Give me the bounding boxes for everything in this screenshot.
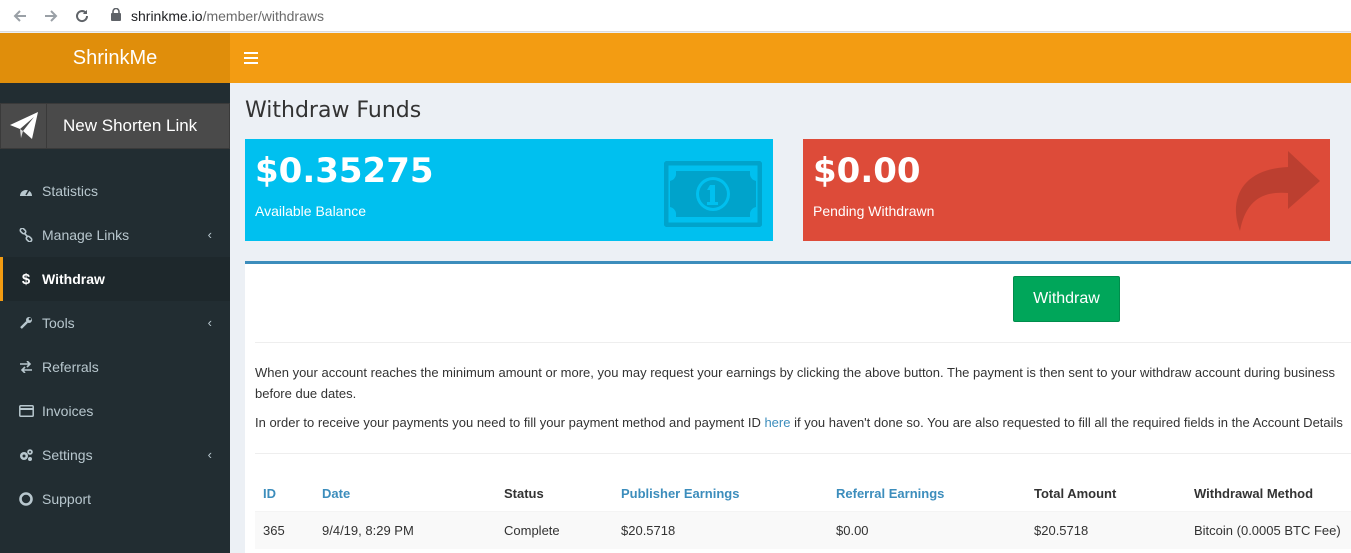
- paper-plane-icon: [1, 104, 47, 148]
- sidebar-item-label: Settings: [42, 447, 93, 463]
- sidebar-item-settings[interactable]: Settings ‹: [0, 433, 230, 477]
- available-balance-label: Available Balance: [255, 203, 367, 219]
- pending-withdrawn-box: $0.00 Pending Withdrawn: [803, 139, 1330, 241]
- info-paragraph-1-line-1: When your account reaches the minimum am…: [255, 365, 1336, 380]
- sidebar-item-label: Support: [42, 491, 92, 507]
- reload-icon[interactable]: [71, 5, 93, 27]
- chevron-left-icon: ‹: [207, 447, 212, 462]
- sidebar-item-label: Tools: [42, 315, 75, 331]
- table-row: 365 9/4/19, 8:29 PM Complete $20.5718 $0…: [255, 511, 1351, 549]
- gears-icon: [18, 448, 34, 462]
- dollar-icon: $: [21, 270, 31, 288]
- sidebar-item-invoices[interactable]: Invoices: [0, 389, 230, 433]
- col-header-id[interactable]: ID: [263, 482, 276, 504]
- payment-settings-link[interactable]: here: [764, 415, 790, 430]
- sidebar-item-withdraw[interactable]: $ Withdraw: [0, 257, 230, 301]
- new-shorten-link-label: New Shorten Link: [63, 116, 198, 135]
- sidebar: New Shorten Link Statistics Manage Links…: [0, 83, 230, 553]
- top-navbar: [230, 33, 1351, 83]
- back-arrow-icon[interactable]: [9, 5, 31, 27]
- chevron-left-icon: ‹: [207, 227, 212, 242]
- sidebar-item-label: Withdraw: [42, 271, 105, 287]
- table-header-row: ID Date Status Publisher Earnings Referr…: [255, 482, 1351, 504]
- dashboard-icon: [18, 185, 34, 197]
- cell-total-amount: $20.5718: [1034, 523, 1089, 538]
- sidebar-item-label: Manage Links: [42, 227, 130, 243]
- info-paragraph-1-line-2: before due dates.: [255, 386, 357, 401]
- sidebar-item-statistics[interactable]: Statistics: [0, 169, 230, 213]
- info-paragraph-2: In order to receive your payments you ne…: [255, 412, 1351, 433]
- sidebar-item-label: Invoices: [42, 403, 94, 419]
- col-header-date[interactable]: Date: [322, 482, 350, 504]
- sidebar-item-manage-links[interactable]: Manage Links ‹: [0, 213, 230, 257]
- url-host: shrinkme.io: [131, 7, 203, 24]
- sidebar-item-label: Referrals: [42, 359, 99, 375]
- url-path: /member/withdraws: [202, 7, 324, 24]
- cell-withdrawal-method: Bitcoin (0.0005 BTC Fee): [1194, 523, 1341, 538]
- cell-publisher-earnings: $20.5718: [621, 523, 676, 538]
- info-paragraph-2-text-end: if you haven't done so. You are also req…: [790, 415, 1343, 430]
- browser-toolbar: shrinkme.io/member/withdraws: [0, 0, 1351, 32]
- page-title: Withdraw Funds: [245, 98, 422, 123]
- col-header-status: Status: [504, 485, 544, 501]
- link-icon: [18, 228, 34, 242]
- forward-arrow-icon[interactable]: [40, 5, 62, 27]
- credit-card-icon: [18, 405, 34, 417]
- withdraw-panel: Withdraw When your account reaches the m…: [245, 261, 1351, 553]
- withdraw-button[interactable]: Withdraw: [1013, 276, 1120, 322]
- cell-referral-earnings: $0.00: [836, 523, 869, 538]
- wrench-icon: [18, 316, 34, 330]
- life-ring-icon: [18, 492, 34, 506]
- logo[interactable]: ShrinkMe: [0, 33, 230, 83]
- cell-id: 365: [263, 523, 285, 538]
- exchange-icon: [18, 361, 34, 373]
- divider: [255, 342, 1351, 343]
- available-balance-box: $0.35275 Available Balance: [245, 139, 773, 241]
- divider: [255, 453, 1351, 454]
- col-header-withdrawal-method: Withdrawal Method: [1194, 485, 1314, 501]
- address-bar[interactable]: shrinkme.io/member/withdraws: [111, 7, 324, 24]
- money-icon: [663, 160, 763, 232]
- cell-status: Complete: [504, 523, 560, 538]
- sidebar-menu: Statistics Manage Links ‹ $ Withdraw Too…: [0, 169, 230, 521]
- share-arrow-icon: [1228, 151, 1322, 240]
- col-header-publisher-earnings[interactable]: Publisher Earnings: [621, 482, 739, 504]
- pending-withdrawn-label: Pending Withdrawn: [813, 203, 935, 219]
- cell-date: 9/4/19, 8:29 PM: [322, 523, 414, 538]
- available-balance-value: $0.35275: [255, 151, 434, 191]
- new-shorten-link-button[interactable]: New Shorten Link: [0, 103, 230, 149]
- col-header-referral-earnings[interactable]: Referral Earnings: [836, 482, 944, 504]
- pending-withdrawn-value: $0.00: [813, 151, 921, 191]
- lock-icon: [111, 7, 121, 24]
- sidebar-item-label: Statistics: [42, 183, 99, 199]
- info-paragraph-2-text: In order to receive your payments you ne…: [255, 415, 765, 430]
- hamburger-menu-icon[interactable]: [244, 49, 258, 67]
- sidebar-item-support[interactable]: Support: [0, 477, 230, 521]
- info-paragraph-1: When your account reaches the minimum am…: [255, 362, 1351, 404]
- sidebar-item-tools[interactable]: Tools ‹: [0, 301, 230, 345]
- sidebar-item-referrals[interactable]: Referrals: [0, 345, 230, 389]
- chevron-left-icon: ‹: [207, 315, 212, 330]
- col-header-total-amount: Total Amount: [1034, 485, 1117, 501]
